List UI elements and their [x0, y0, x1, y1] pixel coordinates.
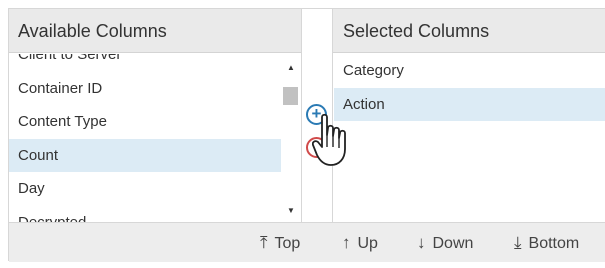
- move-down-button[interactable]: ↓ Down: [417, 223, 473, 263]
- move-bottom-button[interactable]: ⤓ Bottom: [514, 223, 579, 263]
- scrollbar-thumb[interactable]: [283, 87, 298, 105]
- selected-columns-header: Selected Columns: [333, 9, 605, 53]
- list-item[interactable]: Category: [334, 54, 605, 88]
- list-item[interactable]: Day: [9, 172, 281, 206]
- list-item[interactable]: Content Type: [9, 105, 281, 139]
- move-up-button[interactable]: ↑ Up: [342, 223, 378, 263]
- scroll-down-arrow-icon[interactable]: ▼: [287, 206, 295, 216]
- list-item[interactable]: Container ID: [9, 72, 281, 106]
- list-item[interactable]: Client to Server: [9, 54, 281, 72]
- column-chooser: Available Columns Selected Columns Clien…: [8, 8, 605, 262]
- list-item-selected[interactable]: Action: [334, 87, 605, 121]
- order-toolbar: ⤒ Top ↑ Up ↓ Down ⤓ Bottom: [9, 222, 605, 262]
- arrow-to-top-icon: ⤒: [260, 233, 268, 252]
- move-up-label: Up: [357, 235, 378, 252]
- arrow-down-icon: ↓: [417, 233, 426, 252]
- selected-columns-list[interactable]: Category Action: [334, 54, 605, 222]
- hand-pointer-icon: [312, 113, 346, 166]
- scroll-up-arrow-icon[interactable]: ▲: [287, 63, 295, 73]
- arrow-up-icon: ↑: [342, 233, 351, 252]
- available-columns-list[interactable]: Client to Server Container ID Content Ty…: [9, 54, 281, 222]
- move-top-label: Top: [274, 235, 301, 252]
- move-top-button[interactable]: ⤒ Top: [260, 223, 300, 263]
- move-bottom-label: Bottom: [528, 235, 580, 252]
- list-item-selected[interactable]: Count: [9, 138, 281, 172]
- available-columns-header: Available Columns: [9, 9, 301, 53]
- move-down-label: Down: [432, 235, 474, 252]
- list-item[interactable]: Decrypted: [9, 206, 281, 223]
- arrow-to-bottom-icon: ⤓: [514, 233, 522, 252]
- available-list-scrollbar[interactable]: ▲ ▼: [281, 54, 301, 222]
